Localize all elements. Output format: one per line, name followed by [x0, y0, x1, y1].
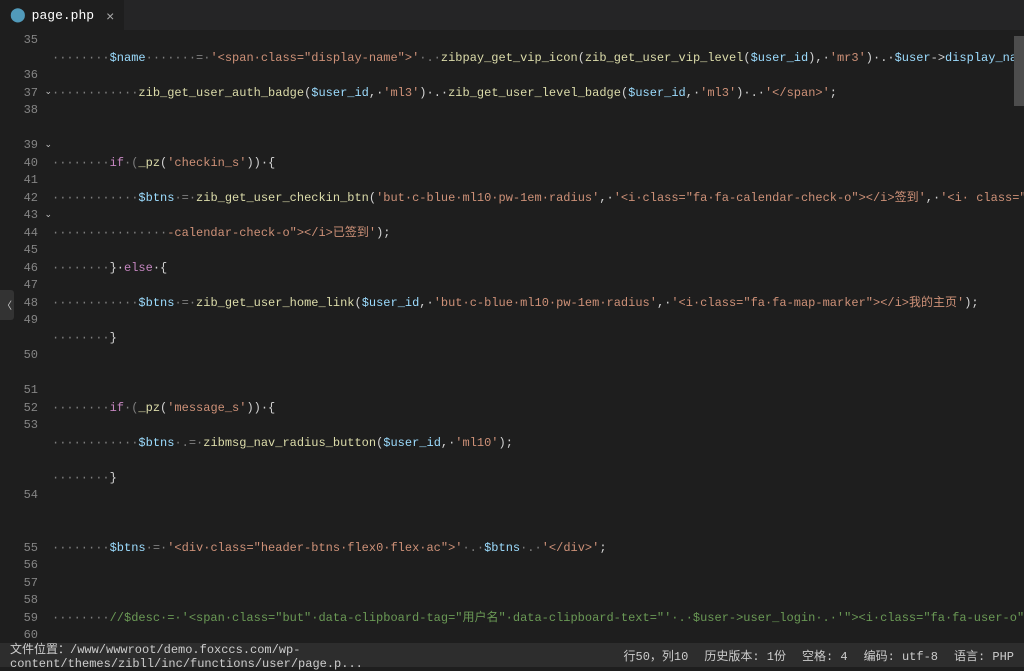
code-line: ········if·(_pz('message_s'))·{	[52, 400, 1024, 418]
code-line: ············$btns·=·zib_get_user_checkin…	[52, 190, 1024, 208]
fold-icon[interactable]: ⌄	[44, 207, 52, 225]
status-language[interactable]: 语言: PHP	[954, 647, 1014, 664]
line-number	[0, 505, 38, 523]
line-number: 38	[0, 102, 38, 120]
tab-bar: ⬤ page.php ×	[0, 0, 1024, 30]
line-number-gutter: 35 36 37⌄ 38 39⌄ 40 41 42 43⌄ 44 45 46 4…	[0, 30, 52, 643]
code-line: ········$name·······=·'<span·class="disp…	[52, 50, 1024, 68]
code-line: ············zib_get_user_auth_badge($use…	[52, 85, 1024, 103]
line-number: 42	[0, 190, 38, 208]
line-number: 55	[0, 540, 38, 558]
line-number	[0, 522, 38, 540]
line-number: 36	[0, 67, 38, 85]
line-number: 50	[0, 347, 38, 365]
status-spaces[interactable]: 空格: 4	[802, 647, 848, 664]
code-line: ········//$desc·=·'<span·class="but"·dat…	[52, 610, 1024, 628]
code-line	[52, 120, 1024, 138]
php-icon: ⬤	[10, 7, 26, 24]
status-line-col[interactable]: 行50，列10	[624, 647, 689, 664]
line-number	[0, 330, 38, 348]
line-number	[0, 120, 38, 138]
code-line: ············$btns·=·zib_get_user_home_li…	[52, 295, 1024, 313]
code-line: ········}	[52, 330, 1024, 348]
tab-page-php[interactable]: ⬤ page.php ×	[0, 0, 124, 30]
file-path: 文件位置：/www/wwwroot/demo.foxccs.com/wp-con…	[10, 640, 624, 671]
code-line	[52, 505, 1024, 523]
line-number: 51	[0, 382, 38, 400]
status-encoding[interactable]: 编码: utf-8	[864, 647, 938, 664]
line-number: 56	[0, 557, 38, 575]
line-number: 39	[0, 137, 38, 155]
line-number	[0, 365, 38, 383]
line-number: 52	[0, 400, 38, 418]
line-number: 41	[0, 172, 38, 190]
scrollbar-thumb[interactable]	[1014, 36, 1024, 106]
status-history[interactable]: 历史版本: 1份	[704, 647, 786, 664]
code-line	[52, 575, 1024, 593]
line-number: 57	[0, 575, 38, 593]
vertical-scrollbar[interactable]	[1014, 30, 1024, 643]
line-number: 44	[0, 225, 38, 243]
line-number	[0, 50, 38, 68]
close-icon[interactable]: ×	[106, 8, 114, 24]
code-line: ················-calendar-check-o"></i>已…	[52, 225, 1024, 243]
status-bar: 文件位置：/www/wwwroot/demo.foxccs.com/wp-con…	[0, 643, 1024, 667]
line-number: 46	[0, 260, 38, 278]
line-number: 53	[0, 417, 38, 435]
line-number	[0, 435, 38, 453]
line-number: 35	[0, 32, 38, 50]
code-line: ············$btns·.=·zibmsg_nav_radius_b…	[52, 435, 1024, 453]
code-line	[52, 365, 1024, 383]
line-number: 40	[0, 155, 38, 173]
code-line: ········}	[52, 470, 1024, 488]
fold-icon[interactable]: ⌄	[44, 84, 52, 102]
line-number: 43	[0, 207, 38, 225]
code-line: ········}·else·{	[52, 260, 1024, 278]
gutter-chevron-icon[interactable]: 〈	[0, 290, 14, 320]
fold-icon[interactable]: ⌄	[44, 137, 52, 155]
code-line: ········if·(_pz('checkin_s'))·{	[52, 155, 1024, 173]
line-number: 58	[0, 592, 38, 610]
line-number: 45	[0, 242, 38, 260]
line-number: 54	[0, 487, 38, 505]
code-area[interactable]: ········$name·······=·'<span·class="disp…	[52, 30, 1024, 643]
line-number	[0, 452, 38, 470]
code-line: ········$btns·=·'<div·class="header-btns…	[52, 540, 1024, 558]
line-number: 37	[0, 85, 38, 103]
tab-filename: page.php	[32, 8, 94, 23]
line-number	[0, 470, 38, 488]
code-editor[interactable]: 35 36 37⌄ 38 39⌄ 40 41 42 43⌄ 44 45 46 4…	[0, 30, 1024, 643]
line-number: 59	[0, 610, 38, 628]
